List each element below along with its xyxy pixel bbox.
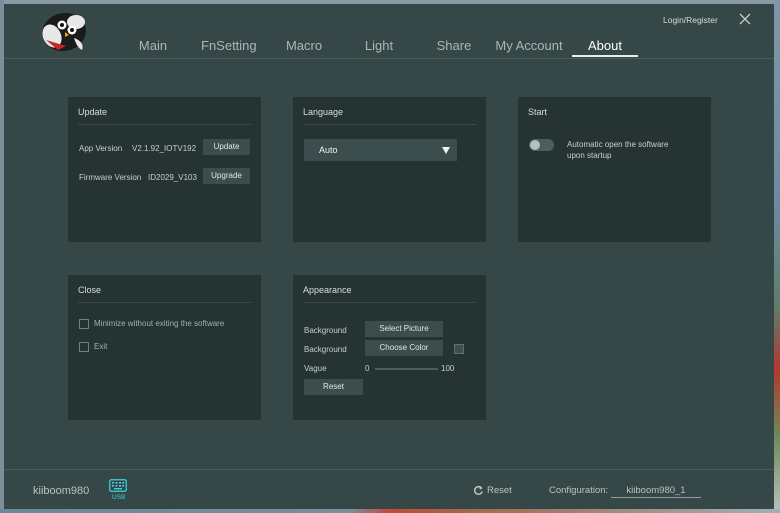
keyboard-usb-icon[interactable]	[109, 479, 127, 492]
exit-checkbox[interactable]	[79, 342, 89, 352]
appearance-reset-button[interactable]: Reset	[304, 379, 363, 395]
vague-slider[interactable]	[375, 368, 438, 370]
auto-open-label-line2: upon startup	[567, 151, 612, 160]
tab-macro[interactable]: Macro	[283, 37, 325, 55]
tab-share[interactable]: Share	[435, 37, 473, 55]
header-bar: Main FnSetting Macro Light Share My Acco…	[4, 4, 774, 58]
background-picture-label: Background	[304, 326, 347, 335]
close-panel: Close Minimize without exiting the softw…	[68, 275, 261, 420]
vague-label: Vague	[304, 364, 327, 373]
reset-button[interactable]: Reset	[487, 485, 512, 496]
choose-color-button[interactable]: Choose Color	[365, 340, 443, 356]
panel-divider	[78, 302, 251, 303]
reset-icon[interactable]	[473, 485, 484, 496]
configuration-select[interactable]: kiiboom980_1	[611, 485, 701, 498]
panel-divider	[303, 124, 476, 125]
start-panel: Start Automatic open the software upon s…	[518, 97, 711, 242]
upgrade-button[interactable]: Upgrade	[203, 168, 250, 184]
vague-max-label: 100	[441, 364, 455, 373]
tab-light[interactable]: Light	[362, 37, 396, 55]
tab-about[interactable]: About	[582, 37, 628, 55]
app-window: Main FnSetting Macro Light Share My Acco…	[4, 4, 774, 509]
usb-label: USB	[112, 494, 126, 501]
panel-title: Language	[303, 107, 344, 117]
firmware-version-value: ID2029_V103	[148, 173, 197, 182]
active-tab-underline	[572, 55, 638, 57]
auto-open-label-line1: Automatic open the software	[567, 140, 669, 149]
tab-main[interactable]: Main	[135, 37, 171, 55]
app-version-value: V2.1.92_IOTV192	[132, 144, 197, 153]
update-button[interactable]: Update	[203, 139, 250, 155]
minimize-checkbox[interactable]	[79, 319, 89, 329]
toggle-knob	[530, 140, 540, 150]
auto-open-toggle[interactable]	[529, 139, 554, 151]
language-select[interactable]: Auto	[304, 139, 457, 161]
app-logo-icon	[42, 12, 86, 52]
firmware-version-label: Firmware Version	[79, 173, 142, 182]
exit-label: Exit	[94, 342, 108, 351]
panel-divider	[78, 124, 251, 125]
language-selected-value: Auto	[319, 145, 338, 155]
close-icon[interactable]	[738, 12, 752, 26]
panel-title: Close	[78, 285, 102, 295]
login-register-link[interactable]: Login/Register	[663, 15, 718, 25]
desktop-background-bottom	[0, 509, 780, 513]
footer-divider	[4, 469, 774, 470]
vague-min-label: 0	[365, 364, 370, 373]
panel-title: Update	[78, 107, 108, 117]
background-color-swatch[interactable]	[454, 344, 464, 354]
configuration-label: Configuration:	[549, 485, 609, 496]
app-version-label: App Version	[79, 144, 123, 153]
panel-title: Start	[528, 107, 548, 117]
dropdown-arrow-icon	[442, 147, 450, 154]
background-color-label: Background	[304, 345, 347, 354]
tab-my-account[interactable]: My Account	[494, 37, 564, 55]
desktop-background-right	[774, 0, 780, 513]
minimize-label: Minimize without exiting the software	[94, 319, 225, 328]
panel-title: Appearance	[303, 285, 352, 295]
appearance-panel: Appearance Background Select Picture Bac…	[293, 275, 486, 420]
device-name: kiiboom980	[33, 485, 90, 497]
header-divider	[4, 58, 774, 59]
update-panel: Update App Version V2.1.92_IOTV192 Updat…	[68, 97, 261, 242]
tab-fnsetting[interactable]: FnSetting	[201, 37, 257, 55]
panel-divider	[303, 302, 476, 303]
select-picture-button[interactable]: Select Picture	[365, 321, 443, 337]
language-panel: Language Auto	[293, 97, 486, 242]
